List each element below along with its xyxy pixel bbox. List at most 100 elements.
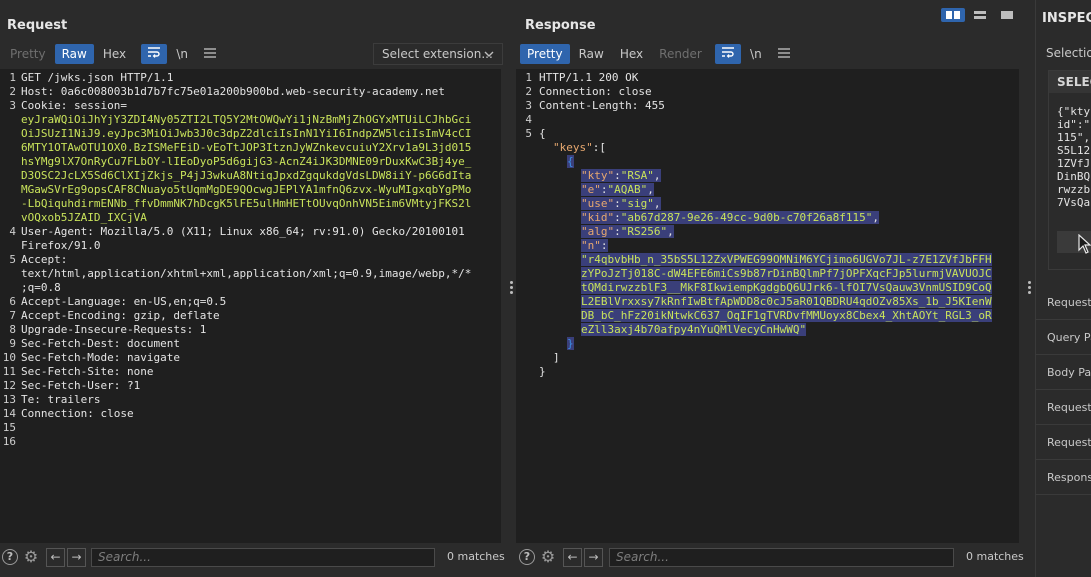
line-number <box>0 197 16 211</box>
inspector-selection-label: Selection <box>1046 46 1091 60</box>
request-line: Sec-Fetch-User: ?1 <box>21 379 141 392</box>
line-number: 5 <box>9 253 16 266</box>
inspector-section-query-parameters[interactable]: Query Parameters <box>1036 320 1091 355</box>
help-icon[interactable]: ? <box>2 549 18 565</box>
request-line: Sec-Fetch-Site: none <box>21 365 154 378</box>
json-string: zYPoJzTj018C-dW4EFE6miCs9b87rDinBQlmPf7j… <box>581 267 992 280</box>
selected-text-line: 7VsQa <box>1057 196 1091 209</box>
line-number: 15 <box>2 421 16 434</box>
json-string: "RS256" <box>620 225 668 238</box>
line-number <box>0 169 16 183</box>
response-search-input[interactable]: Search... <box>609 548 954 567</box>
request-view-toolbar: Pretty Raw Hex \n <box>3 43 225 65</box>
layout-side-by-side-icon[interactable] <box>941 8 965 22</box>
response-panel-title: Response <box>525 18 596 33</box>
inspector-section-response-headers[interactable]: Response Headers <box>1036 460 1091 495</box>
menu-icon[interactable] <box>197 44 223 64</box>
gear-icon[interactable]: ⚙ <box>539 548 557 566</box>
request-line: Firefox/91.0 <box>21 239 101 252</box>
menu-icon[interactable] <box>771 44 797 64</box>
json-line: "r4qbvbHb_n_35bS5L12ZxVPWEG99OMNiM6YCjim… <box>581 253 992 267</box>
arrow-right-icon[interactable]: → <box>67 547 86 567</box>
select-extension-dropdown[interactable]: Select extension... <box>373 43 503 65</box>
json-punct: : <box>614 211 621 224</box>
json-string: tQMdirwzzblF3__MkF8IkwiempKgdgbQ6UJrk6-l… <box>581 281 992 294</box>
line-number: 8 <box>9 323 16 336</box>
json-string: "ab67d287-9e26-49cc-9d0b-c70f26a8f115" <box>620 211 873 224</box>
json-punct: : <box>600 239 608 252</box>
arrow-right-icon[interactable]: → <box>584 547 603 567</box>
response-editor[interactable]: 1 HTTP/1.1 200 OK 2 Connection: close 3 Conte… <box>516 69 1019 543</box>
json-line: "alg":"RS256", <box>581 225 674 239</box>
response-tab-pretty[interactable]: Pretty <box>520 44 570 64</box>
layout-stacked-icon[interactable] <box>968 8 992 22</box>
response-tab-hex[interactable]: Hex <box>613 44 650 64</box>
help-icon[interactable]: ? <box>519 549 535 565</box>
request-matches-count: 0 matches <box>447 550 505 563</box>
selected-text-line: S5L12 <box>1057 144 1091 157</box>
line-number: 1 <box>525 71 532 84</box>
response-tab-render[interactable]: Render <box>652 44 709 64</box>
request-line: Connection: close <box>21 407 134 420</box>
inspector-section-request-headers[interactable]: Request Headers <box>1036 425 1091 460</box>
request-line: Accept-Language: en-US,en;q=0.5 <box>21 295 227 308</box>
request-bottom-bar: ? ⚙ ← → <box>2 545 88 569</box>
json-line: eZll3axj4b70afpy4nYuQMlVecyCnHwWQ" <box>581 323 807 337</box>
json-punct: , <box>653 169 661 182</box>
json-punct: , <box>872 211 880 224</box>
chevron-down-icon <box>482 44 496 70</box>
json-key: "e" <box>581 183 601 196</box>
json-key: "n" <box>581 239 601 252</box>
layout-tabs-icon[interactable] <box>995 8 1019 22</box>
request-tab-pretty[interactable]: Pretty <box>3 44 53 64</box>
request-tab-raw[interactable]: Raw <box>54 44 94 64</box>
json-punct: : <box>614 197 621 210</box>
request-panel-title: Request <box>7 18 68 33</box>
json-string: "RSA" <box>620 169 654 182</box>
response-line: Connection: close <box>539 85 652 98</box>
json-string: "sig" <box>620 197 654 210</box>
line-number <box>0 141 16 155</box>
json-punct: :[ <box>592 141 606 154</box>
request-line: vOQxob5JZAID_IXCjVA <box>21 211 147 224</box>
selected-text-line: DinBQ <box>1057 170 1091 183</box>
response-view-toolbar: Pretty Raw Hex Render \n <box>520 43 799 65</box>
json-line: "n": <box>581 239 608 253</box>
inspector-section-request-attributes[interactable]: Request Attributes <box>1036 285 1091 320</box>
selected-text-line: 1ZVfJ <box>1057 157 1091 170</box>
request-tab-hex[interactable]: Hex <box>96 44 133 64</box>
request-line: Host: 0a6c008003b1d7b7fc75e01a200b900bd.… <box>21 85 445 98</box>
json-punct: : <box>614 169 621 182</box>
mouse-cursor-icon <box>1078 234 1091 254</box>
panel-splitter-handle[interactable] <box>510 280 514 296</box>
response-line: { <box>539 127 546 140</box>
newline-toggle-icon[interactable]: \n <box>743 44 769 64</box>
request-line: -LbQiquhdirmENNb_ffvDmmNK7hDcgK5lFE5ulHm… <box>21 197 472 210</box>
request-line: eyJraWQiOiJhYjY3ZDI4Ny05ZTI2LTQ5Y2MtOWQw… <box>21 113 472 126</box>
line-number <box>0 267 16 281</box>
request-editor[interactable]: 1 GET /jwks.json HTTP/1.1 2 Host: 0a6c00800… <box>0 69 501 543</box>
request-line: Upgrade-Insecure-Requests: 1 <box>21 323 207 336</box>
inspector-splitter-handle[interactable] <box>1028 280 1032 296</box>
request-search-input[interactable]: Search... <box>91 548 435 567</box>
selected-text-line: id":" <box>1057 118 1091 131</box>
inspector-section-request-cookies[interactable]: Request Cookies <box>1036 390 1091 425</box>
line-number <box>0 127 16 141</box>
arrow-left-icon[interactable]: ← <box>46 547 65 567</box>
wrap-lines-icon[interactable] <box>141 44 168 64</box>
select-extension-label: Select extension... <box>382 47 493 61</box>
response-matches-count: 0 matches <box>966 550 1024 563</box>
response-bottom-bar: ? ⚙ ← → <box>519 545 605 569</box>
inspector-section-body-parameters[interactable]: Body Parameters <box>1036 355 1091 390</box>
layout-switcher <box>941 8 1022 22</box>
wrap-lines-icon[interactable] <box>714 44 741 64</box>
inspector-title: INSPECTOR <box>1042 11 1091 26</box>
gear-icon[interactable]: ⚙ <box>22 548 40 566</box>
json-key: "use" <box>581 197 615 210</box>
arrow-left-icon[interactable]: ← <box>563 547 582 567</box>
line-number <box>0 281 16 295</box>
response-tab-raw[interactable]: Raw <box>572 44 611 64</box>
newline-toggle-icon[interactable]: \n <box>169 44 195 64</box>
json-line: L2EBlVrxxsy7kRnfIwBtfApWDD8c0cJ5aR01QBDR… <box>581 295 992 309</box>
json-string: DB_bC_hFz20ikNtwkC637_OqIF1gTVRDvfMMUoyx… <box>581 309 992 322</box>
